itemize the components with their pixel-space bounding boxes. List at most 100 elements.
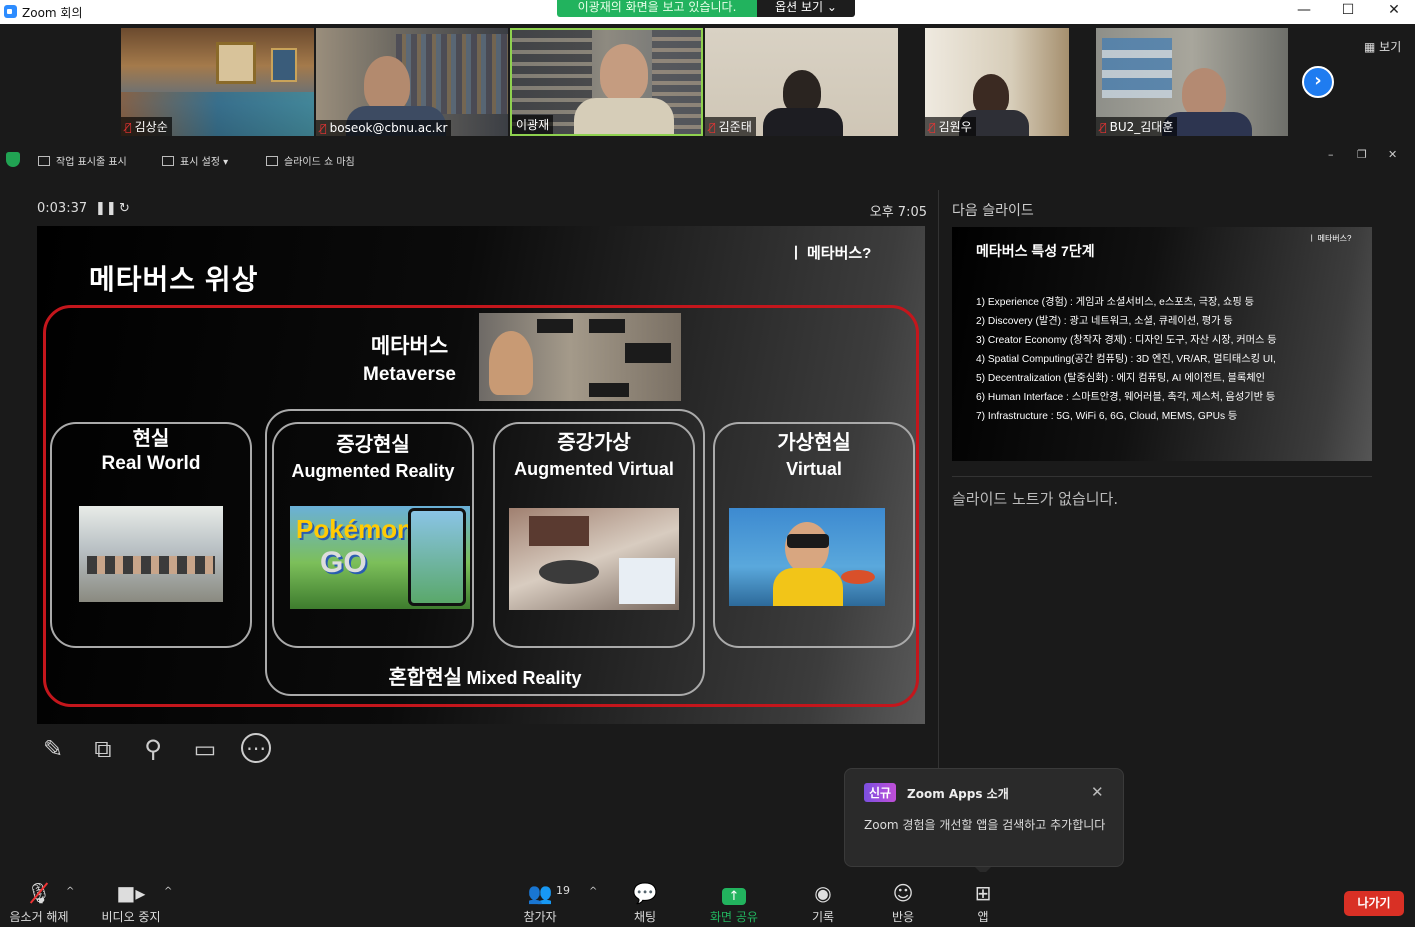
- presenter-close-icon[interactable]: ✕: [1388, 148, 1397, 161]
- current-slide: 메타버스 위상 ㅣ 메타버스? 메타버스 Metaverse 현실 Real W…: [37, 226, 925, 724]
- next-slide-item: 2) Discovery (발견) : 광고 네트워크, 소셜, 큐레이션, 평…: [976, 316, 1233, 327]
- augmented-virtual-image: [509, 508, 679, 610]
- video-tile[interactable]: 🎙̸ BU2_김대훈: [1096, 28, 1288, 136]
- chat-bubble-icon: 💬: [632, 881, 658, 905]
- video-tile-active-speaker[interactable]: 이광재: [510, 28, 703, 136]
- participant-name: 🎙̸ 김원우: [925, 117, 976, 136]
- view-options-button[interactable]: 옵션 보기 ⌄: [757, 0, 855, 17]
- more-options-icon[interactable]: ⋯: [241, 733, 271, 763]
- window-title: Zoom 회의: [22, 6, 83, 20]
- zoom-magnifier-icon[interactable]: ⚲: [137, 733, 169, 765]
- subway-image: [79, 506, 223, 602]
- end-slideshow-icon: [266, 156, 278, 166]
- participant-name: 🎙̸ 김상순: [121, 117, 172, 136]
- new-badge: 신규: [864, 783, 897, 802]
- zoom-logo-icon: [4, 5, 17, 18]
- apps-icon: ⊞: [974, 881, 992, 905]
- participant-name: 이광재: [512, 115, 554, 134]
- audio-options-caret[interactable]: ^: [66, 886, 74, 897]
- reset-timer-icon[interactable]: ↻: [119, 201, 130, 216]
- pane-divider: [938, 190, 939, 770]
- video-tile[interactable]: 🎙̸ 김준태: [705, 28, 898, 136]
- next-page-button[interactable]: ›: [1302, 66, 1334, 98]
- grid-view-icon: ▦: [1364, 40, 1380, 54]
- video-tile[interactable]: 🎙̸ boseok@cbnu.ac.kr: [316, 28, 508, 136]
- metaverse-image: [479, 313, 681, 401]
- virtual-box: 가상현실 Virtual: [713, 422, 915, 648]
- augmented-reality-box: 증강현실 Augmented Reality Pokémon GO: [272, 422, 474, 648]
- record-icon: ◉: [814, 881, 832, 905]
- slide-tag: ㅣ 메타버스?: [789, 245, 872, 262]
- av-title-ko: 증강가상: [557, 432, 631, 454]
- pokemon-go-image: Pokémon GO: [290, 506, 470, 609]
- metaverse-label-ko: 메타버스: [370, 335, 449, 358]
- pen-icon[interactable]: ✎: [37, 733, 69, 765]
- minimize-icon[interactable]: —: [1294, 2, 1314, 18]
- participant-name: 🎙̸ boseok@cbnu.ac.kr: [316, 120, 452, 136]
- participants-options-caret[interactable]: ^: [589, 886, 597, 897]
- next-slide-item: 1) Experience (경험) : 게임과 소셜서비스, e스포츠, 극장…: [976, 297, 1254, 308]
- next-slide-item: 6) Human Interface : 스마트안경, 웨어러블, 촉각, 제스…: [976, 392, 1276, 403]
- display-settings-button[interactable]: 표시 설정 ▾: [162, 153, 228, 168]
- metaverse-label-en: Metaverse: [363, 364, 456, 385]
- subtitle-screen-icon[interactable]: ▭: [189, 733, 221, 765]
- end-slideshow-button[interactable]: 슬라이드 쇼 마침: [266, 153, 355, 168]
- mic-muted-icon: 🎙̸: [125, 121, 132, 134]
- clock-time: 오후 7:05: [869, 205, 927, 220]
- slide-title: 메타버스 위상: [89, 264, 259, 295]
- presenter-minimize-icon[interactable]: –: [1328, 148, 1334, 161]
- share-screen-button[interactable]: ↑ 화면 공유: [704, 880, 764, 925]
- record-button[interactable]: ◉ 기록: [804, 880, 842, 925]
- video-strip: 🎙̸ 김상순 🎙̸ boseok@cbnu.ac.kr 이광재 🎙̸ 김준태 🎙̸ 김원…: [0, 24, 1415, 140]
- next-slide-item: 4) Spatial Computing(공간 컴퓨팅) : 3D 엔진, VR…: [976, 354, 1276, 365]
- show-taskbar-button[interactable]: 작업 표시줄 표시: [38, 153, 127, 168]
- close-icon[interactable]: ✕: [1384, 2, 1404, 18]
- vr-title-ko: 가상현실: [777, 432, 851, 454]
- slide-grid-icon[interactable]: ⧉: [87, 733, 119, 765]
- meeting-toolbar: 🎙 음소거 해제 ^ ■▸ 비디오 중지 ^ 👥19 참가자 ^ 💬 채팅 ↑ …: [0, 872, 1415, 927]
- video-tile[interactable]: 🎙̸ 김원우: [925, 28, 1069, 136]
- video-camera-icon: ■▸: [116, 881, 146, 905]
- chevron-right-icon: ›: [1314, 70, 1322, 91]
- stop-video-button[interactable]: ■▸ 비디오 중지: [96, 880, 166, 925]
- mic-muted-icon: 🎙̸: [709, 121, 716, 134]
- popover-body: Zoom 경험을 개선할 앱을 검색하고 추가합니다: [864, 818, 1106, 832]
- share-banner: 이광재의 화면을 보고 있습니다. 옵션 보기 ⌄: [557, 0, 855, 17]
- video-tile[interactable]: 🎙̸ 김상순: [121, 28, 314, 136]
- real-world-title-ko: 현실: [132, 428, 170, 450]
- shield-icon: [6, 152, 20, 167]
- real-world-box: 현실 Real World: [50, 422, 252, 648]
- presenter-restore-icon[interactable]: ❐: [1357, 148, 1367, 161]
- elapsed-time: 0:03:37: [37, 201, 88, 216]
- mixed-reality-label: 혼합현실 Mixed Reality: [388, 667, 582, 689]
- slide-notes: 슬라이드 노트가 없습니다.: [952, 490, 1119, 508]
- smiley-icon: ☺: [892, 881, 914, 905]
- next-slide-tag: ㅣ 메타버스?: [1308, 234, 1352, 243]
- leave-meeting-button[interactable]: 나가기: [1344, 891, 1404, 916]
- view-button[interactable]: ▦ 보기: [1364, 38, 1401, 55]
- next-slide-item: 7) Infrastructure : 5G, WiFi 6, 6G, Clou…: [976, 411, 1238, 422]
- next-slide-item: 5) Decentralization (탈중심화) : 에지 컴퓨팅, AI …: [976, 373, 1265, 384]
- next-slide-preview[interactable]: 메타버스 특성 7단계 ㅣ 메타버스? 1) Experience (경험) :…: [952, 227, 1372, 461]
- pause-icon[interactable]: ❚❚: [95, 201, 117, 216]
- apps-button[interactable]: ⊞ 앱: [964, 880, 1002, 925]
- close-icon[interactable]: ✕: [1091, 783, 1104, 801]
- participant-name: 🎙̸ BU2_김대훈: [1096, 117, 1178, 136]
- unmute-button[interactable]: 🎙 음소거 해제: [4, 880, 74, 925]
- presenter-toolbar: 작업 표시줄 표시 표시 설정 ▾ 슬라이드 쇼 마침 – ❐ ✕: [0, 142, 1415, 178]
- av-title-en: Augmented Virtual: [514, 459, 674, 479]
- vr-title-en: Virtual: [786, 459, 842, 479]
- reactions-button[interactable]: ☺ 반응: [884, 880, 922, 925]
- next-slide-list: 1) Experience (경험) : 게임과 소셜서비스, e스포츠, 극장…: [976, 293, 1277, 426]
- slide-tools: ✎ ⧉ ⚲ ▭ ⋯: [37, 733, 297, 769]
- notes-separator: [952, 476, 1372, 477]
- real-world-title-en: Real World: [101, 453, 201, 474]
- zoom-apps-popover: 신규 Zoom Apps 소개 ✕ Zoom 경험을 개선할 앱을 검색하고 추…: [844, 768, 1124, 875]
- share-banner-message: 이광재의 화면을 보고 있습니다.: [557, 0, 757, 17]
- participants-button[interactable]: 👥 19 참가자: [516, 880, 570, 925]
- maximize-icon[interactable]: ☐: [1338, 2, 1358, 18]
- video-options-caret[interactable]: ^: [164, 886, 172, 897]
- chat-button[interactable]: 💬 채팅: [626, 880, 664, 925]
- vr-headset-image: [729, 508, 885, 606]
- next-slide-label: 다음 슬라이드: [952, 203, 1034, 219]
